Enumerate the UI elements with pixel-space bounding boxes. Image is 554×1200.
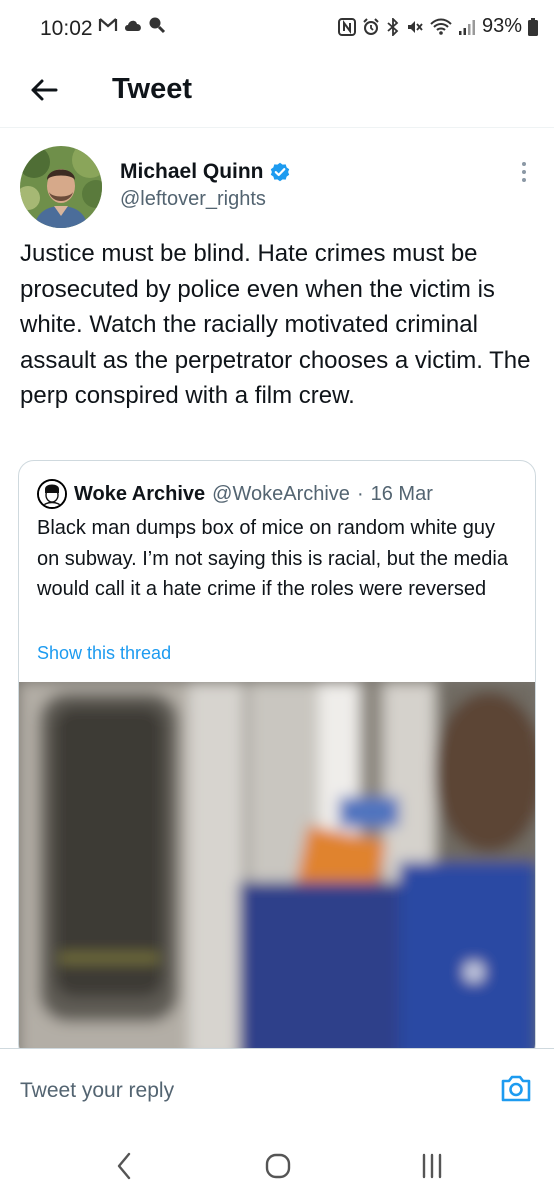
camera-button[interactable]: [500, 1073, 532, 1108]
author-name[interactable]: Michael Quinn: [120, 160, 290, 184]
page-title: Tweet: [112, 73, 193, 105]
quoted-author-name: Woke Archive: [74, 482, 206, 505]
wifi-icon: [430, 18, 452, 35]
search-app-icon: [149, 17, 166, 34]
cloud-icon: [125, 20, 141, 31]
quoted-tweet-text: Black man dumps box of mice on random wh…: [37, 517, 508, 600]
nav-home-button[interactable]: [258, 1148, 298, 1184]
mute-icon: [407, 20, 423, 33]
nav-recents-button[interactable]: [412, 1148, 452, 1184]
author-handle[interactable]: @leftover_rights: [120, 188, 266, 211]
camera-icon: [501, 1075, 531, 1102]
status-bar: 10:02 93%: [0, 0, 554, 58]
author-name-text: Michael Quinn: [120, 160, 264, 183]
quoted-tweet-card[interactable]: Woke Archive @WokeArchive · 16 Mar Black…: [18, 460, 536, 1060]
video-frame-blurred-subway: [19, 682, 535, 1059]
reply-input[interactable]: [20, 1075, 460, 1107]
quoted-author-handle: @WokeArchive: [212, 482, 350, 505]
back-button[interactable]: [22, 70, 66, 110]
signal-icon: [458, 19, 475, 35]
quoted-author-avatar: [37, 479, 67, 509]
battery-icon: [528, 17, 538, 36]
recents-icon: [422, 1153, 442, 1179]
gmail-icon: [98, 18, 118, 31]
reply-bar: [0, 1048, 554, 1130]
status-system-icons: 93%: [337, 15, 538, 38]
quoted-tweet-header: Woke Archive @WokeArchive · 16 Mar: [37, 479, 433, 509]
chevron-left-icon: [117, 1152, 131, 1180]
more-vertical-icon: [522, 162, 526, 166]
verified-badge-icon: [270, 162, 289, 182]
quoted-tweet-date: 16 Mar: [370, 482, 433, 505]
system-nav-bar: [0, 1130, 554, 1200]
bluetooth-icon: [387, 17, 399, 36]
status-notification-icons: [98, 16, 166, 34]
status-time: 10:02: [40, 17, 93, 40]
quoted-tweet-video-thumbnail[interactable]: [19, 682, 535, 1059]
arrow-left-icon: [31, 79, 58, 101]
author-avatar[interactable]: [20, 146, 102, 228]
nav-back-button[interactable]: [104, 1148, 144, 1184]
battery-percentage: 93%: [481, 15, 522, 37]
show-thread-link[interactable]: Show this thread: [37, 643, 171, 664]
tweet-text: Justice must be blind. Hate crimes must …: [20, 240, 531, 409]
quoted-avatar-drawing: [39, 481, 65, 507]
quoted-separator: ·: [356, 482, 364, 505]
nfc-icon: [337, 17, 356, 36]
avatar-photo: [20, 146, 102, 228]
more-options-button[interactable]: [512, 158, 536, 186]
alarm-icon: [363, 17, 379, 35]
circle-home-icon: [265, 1153, 291, 1179]
top-app-bar: Tweet: [0, 58, 554, 128]
